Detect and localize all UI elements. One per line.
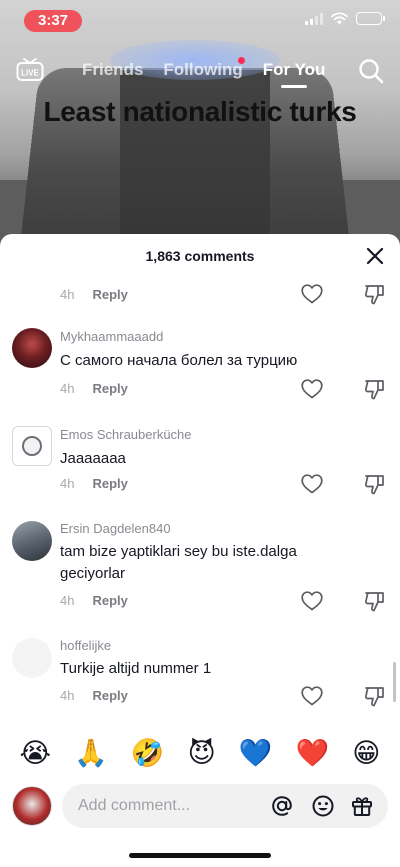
heart-icon[interactable] (301, 591, 323, 611)
live-tv-icon[interactable]: LIVE (16, 58, 44, 82)
comment-input[interactable] (78, 784, 258, 828)
signal-icon (305, 12, 323, 25)
tab-for-you[interactable]: For You (263, 60, 325, 88)
dislike-icon[interactable] (364, 686, 385, 707)
emoji-crying[interactable]: 😭 (20, 736, 52, 772)
comment-time: 4h (60, 476, 75, 491)
comment-username[interactable]: Mykhaammaaadd (60, 329, 163, 344)
comment-time: 4h (60, 287, 75, 302)
comment-meta: 4h Reply (60, 287, 128, 302)
reply-button[interactable]: Reply (92, 476, 127, 491)
gift-icon[interactable] (350, 794, 374, 818)
comment-time: 4h (60, 688, 75, 703)
status-time: 3:37 (24, 10, 83, 32)
emoji-devil[interactable]: 😈 (188, 736, 216, 772)
wifi-icon (331, 12, 348, 25)
search-icon[interactable] (358, 58, 384, 84)
comment-meta: 4h Reply (60, 381, 128, 396)
comments-scrollbar[interactable] (393, 662, 396, 702)
emoji-icon[interactable] (311, 794, 335, 818)
dislike-icon[interactable] (364, 284, 385, 305)
home-indicator[interactable] (129, 853, 271, 858)
emoji-rofl[interactable]: 🤣 (131, 736, 165, 772)
reply-button[interactable]: Reply (92, 688, 127, 703)
emoji-bar: 😭 🙏 🤣 😈 💙 ❤️ 😁 (0, 736, 400, 772)
comment-meta: 4h Reply (60, 476, 128, 491)
notification-dot (238, 57, 245, 64)
heart-icon[interactable] (301, 284, 323, 304)
heart-icon[interactable] (301, 686, 323, 706)
avatar[interactable] (12, 521, 52, 561)
comment-text: tam bize yaptiklari sey bu iste.dalga ge… (60, 543, 297, 582)
comment-username[interactable]: Emos Schrauberküche (60, 427, 192, 442)
comment-time: 4h (60, 381, 75, 396)
heart-icon[interactable] (301, 474, 323, 494)
dislike-icon[interactable] (364, 379, 385, 400)
avatar[interactable] (12, 638, 52, 678)
close-icon[interactable] (366, 247, 384, 265)
reply-button[interactable]: Reply (92, 593, 127, 608)
reply-button[interactable]: Reply (92, 287, 127, 302)
mention-icon[interactable] (270, 794, 294, 818)
comment-text: С самого начала болел за турцию (60, 352, 298, 369)
emoji-grin[interactable]: 😁 (352, 736, 380, 772)
avatar[interactable] (12, 426, 52, 466)
comment-meta: 4h Reply (60, 688, 128, 703)
feed-tabs: Friends Following For You (82, 60, 325, 88)
svg-text:LIVE: LIVE (21, 69, 39, 78)
emoji-red-heart[interactable]: ❤️ (296, 736, 330, 772)
comment-composer (62, 784, 388, 828)
video-caption: Least nationalistic turks (43, 96, 357, 127)
dislike-icon[interactable] (364, 474, 385, 495)
my-avatar[interactable] (12, 786, 52, 826)
reply-button[interactable]: Reply (92, 381, 127, 396)
comments-sheet: 1,863 comments 4h Reply Mykhaammaaadd С … (0, 234, 400, 867)
comment-username[interactable]: hoffelijke (60, 638, 111, 653)
heart-icon[interactable] (301, 379, 323, 399)
tab-friends[interactable]: Friends (82, 60, 143, 80)
comment-meta: 4h Reply (60, 593, 128, 608)
emoji-blue-heart[interactable]: 💙 (239, 736, 273, 772)
emoji-pray[interactable]: 🙏 (74, 736, 108, 772)
comment-text: Turkije altijd nummer 1 (60, 660, 212, 677)
comment-time: 4h (60, 593, 75, 608)
tab-following[interactable]: Following (163, 60, 242, 80)
avatar[interactable] (12, 328, 52, 368)
battery-icon (356, 12, 385, 25)
comments-count: 1,863 comments (145, 248, 255, 264)
comment-text: Jaaaaaaa (60, 450, 126, 467)
status-icons (305, 12, 385, 25)
dislike-icon[interactable] (364, 591, 385, 612)
comment-username[interactable]: Ersin Dagdelen840 (60, 521, 171, 536)
